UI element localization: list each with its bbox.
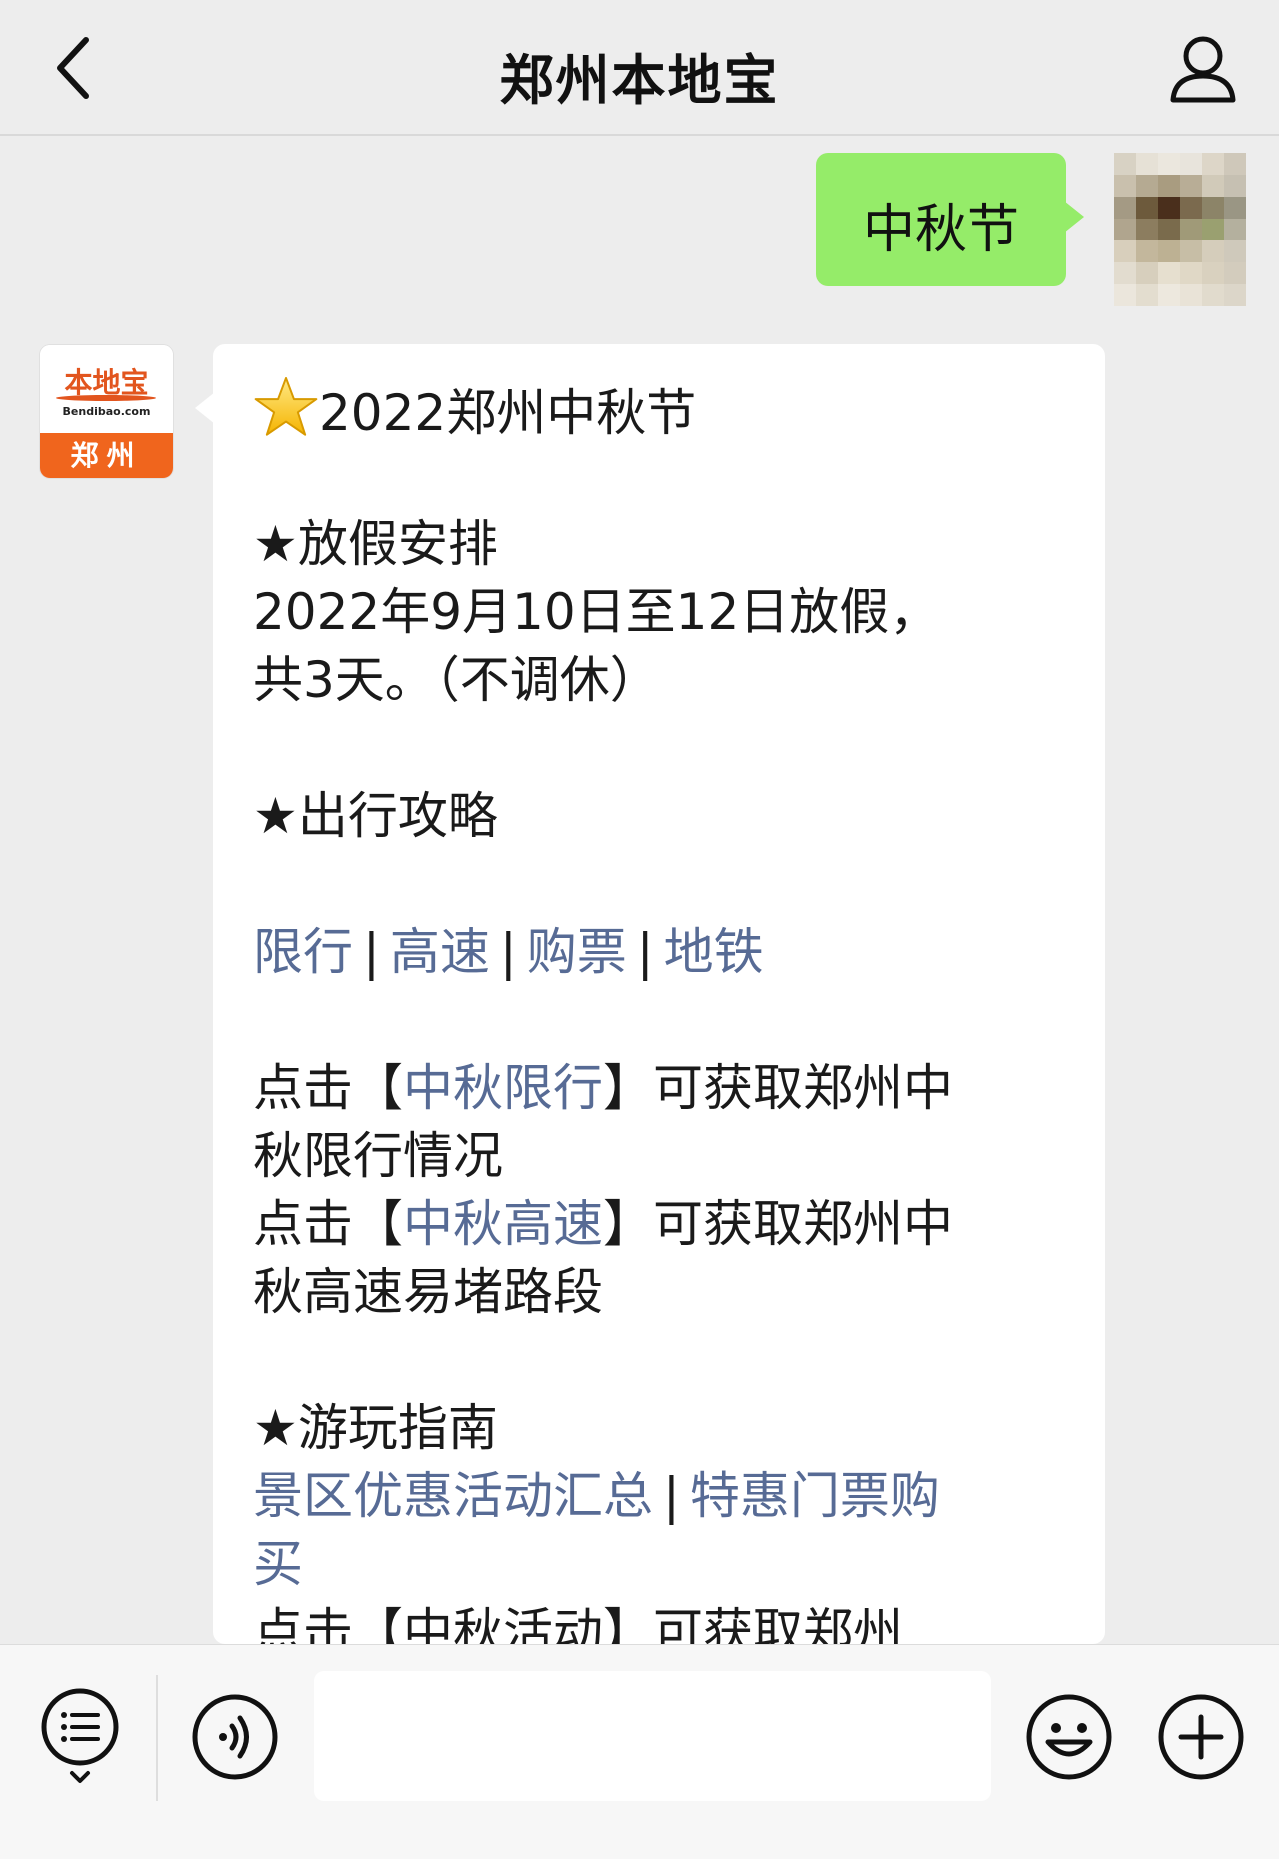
avatar-domain-text: Bendibao.com bbox=[62, 405, 151, 418]
link-mid-autumn-highway[interactable]: 中秋高速 bbox=[403, 1195, 603, 1253]
profile-button[interactable] bbox=[1163, 28, 1243, 108]
holiday-heading: ★放假安排 bbox=[253, 515, 498, 573]
menu-button[interactable] bbox=[38, 1687, 122, 1785]
restriction-info-line: 点击【中秋限行】可获取郑州中 bbox=[253, 1059, 953, 1117]
travel-heading: ★出行攻略 bbox=[253, 787, 498, 845]
bar-divider bbox=[156, 1675, 158, 1801]
sent-message-bubble[interactable]: 中秋节 bbox=[816, 153, 1084, 286]
avatar-city-text: 郑州 bbox=[40, 433, 173, 478]
message-title: 2022郑州中秋节 bbox=[319, 384, 697, 442]
separator: | bbox=[636, 923, 654, 981]
star-emoji-icon bbox=[254, 376, 318, 436]
message-content: 2022郑州中秋节 ★放假安排 2022年9月10日至12日放假， 共3天。（不… bbox=[253, 374, 1083, 1666]
link-tickets[interactable]: 购票 bbox=[527, 923, 627, 981]
official-account-avatar[interactable]: 本地宝 Bendibao.com 郑州 bbox=[40, 345, 173, 478]
avatar-swoosh bbox=[56, 395, 156, 401]
link-mid-autumn-restriction[interactable]: 中秋限行 bbox=[403, 1059, 603, 1117]
restriction-info-cont: 秋限行情况 bbox=[253, 1127, 503, 1185]
message-title-line: 2022郑州中秋节 bbox=[253, 374, 1083, 442]
plus-button[interactable] bbox=[1156, 1692, 1246, 1782]
link-restriction[interactable]: 限行 bbox=[253, 923, 353, 981]
link-highway[interactable]: 高速 bbox=[390, 923, 490, 981]
sent-message-text: 中秋节 bbox=[862, 200, 1019, 260]
holiday-duration-line: 共3天。（不调休） bbox=[253, 651, 660, 709]
play-links-line: 景区优惠活动汇总 | 特惠门票购 bbox=[253, 1462, 1083, 1530]
play-heading: ★游玩指南 bbox=[253, 1399, 498, 1457]
person-icon bbox=[1170, 36, 1236, 103]
chat-title: 郑州本地宝 bbox=[499, 49, 780, 112]
smile-icon bbox=[1026, 1694, 1112, 1780]
input-bar bbox=[0, 1644, 1279, 1859]
link-ticket-deals[interactable]: 特惠门票购 bbox=[690, 1467, 940, 1525]
link-scenic-discounts[interactable]: 景区优惠活动汇总 bbox=[253, 1467, 653, 1525]
link-ticket-deals-cont[interactable]: 买 bbox=[253, 1530, 1083, 1598]
holiday-date-line: 2022年9月10日至12日放假， bbox=[253, 583, 940, 641]
list-menu-icon bbox=[41, 1688, 119, 1783]
user-avatar[interactable] bbox=[1114, 153, 1246, 306]
chat-screen: 郑州本地宝 中秋节 本地宝 Bendibao.com 郑州 2022郑州中秋节 … bbox=[0, 0, 1279, 1859]
header-bar: 郑州本地宝 bbox=[0, 0, 1279, 136]
highway-info-line: 点击【中秋高速】可获取郑州中 bbox=[253, 1195, 953, 1253]
voice-button[interactable] bbox=[190, 1692, 280, 1782]
plus-icon bbox=[1158, 1694, 1244, 1780]
received-message-bubble[interactable]: 2022郑州中秋节 ★放假安排 2022年9月10日至12日放假， 共3天。（不… bbox=[195, 344, 1105, 1661]
separator: | bbox=[663, 1467, 680, 1525]
avatar-logo-area: 本地宝 Bendibao.com bbox=[40, 345, 173, 433]
voice-icon bbox=[192, 1694, 278, 1780]
separator: | bbox=[499, 923, 517, 981]
highway-info-cont: 秋高速易堵路段 bbox=[253, 1263, 603, 1321]
separator: | bbox=[363, 923, 380, 981]
message-input[interactable] bbox=[314, 1671, 991, 1801]
link-metro[interactable]: 地铁 bbox=[664, 923, 764, 981]
emoji-button[interactable] bbox=[1024, 1692, 1114, 1782]
travel-links-line: 限行 | 高速 | 购票 | 地铁 bbox=[253, 918, 1083, 986]
